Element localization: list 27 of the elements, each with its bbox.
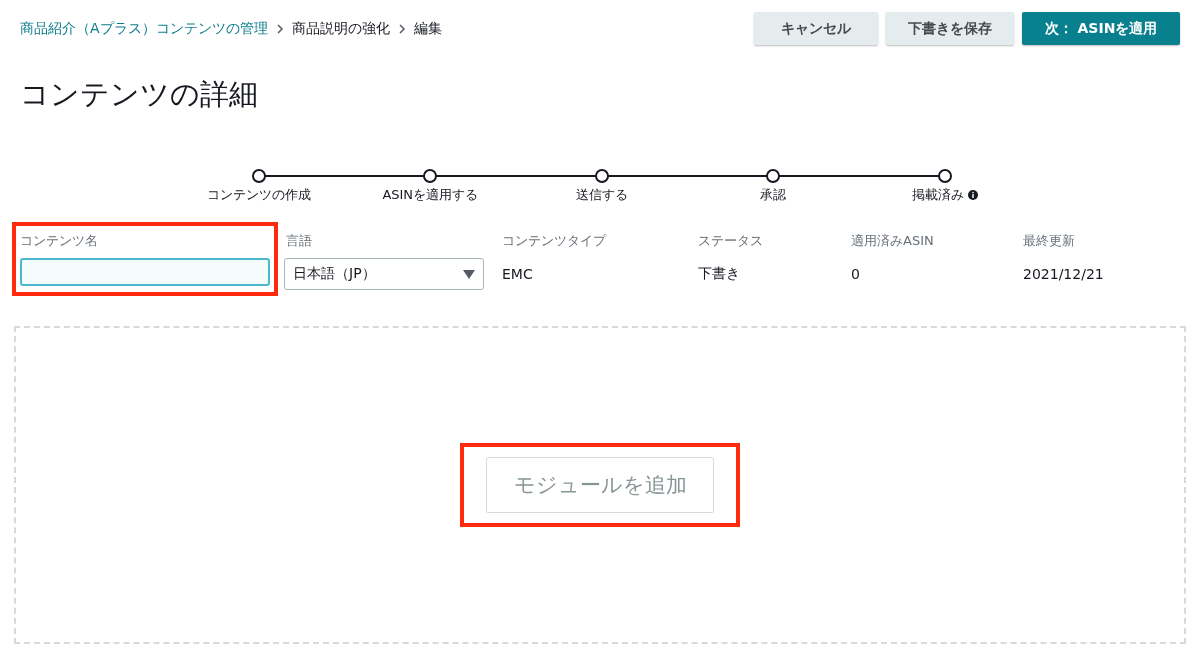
breadcrumb-link[interactable]: 商品紹介（Aプラス）コンテンツの管理 — [20, 19, 268, 38]
field-label: ステータス — [698, 232, 764, 250]
page-title: コンテンツの詳細 — [20, 76, 259, 113]
field-value: EMC — [502, 266, 533, 282]
field-label: 言語 — [286, 232, 313, 250]
field-value: 2021/12/21 — [1023, 266, 1104, 282]
field-label: 適用済みASIN — [851, 232, 935, 250]
field-value: 下書き — [698, 265, 740, 283]
language-select[interactable]: 日本語（JP） — [284, 258, 484, 290]
step-label: 掲載済み — [911, 186, 964, 204]
field-label: コンテンツ名 — [20, 232, 99, 250]
breadcrumb-item: 編集 — [413, 19, 442, 38]
field-value: 0 — [851, 266, 860, 282]
field-label: コンテンツタイプ — [502, 232, 608, 250]
action-button[interactable]: 下書きを保存 — [886, 12, 1014, 45]
step-label: 承認 — [760, 186, 787, 204]
next-button[interactable]: 次： ASINを適用 — [1022, 12, 1180, 45]
chevron-right-icon — [397, 23, 406, 34]
caret-down-icon — [463, 269, 475, 279]
step-label: コンテンツの作成 — [206, 186, 311, 204]
chevron-right-icon — [275, 23, 284, 34]
action-button[interactable]: キャンセル — [754, 12, 878, 45]
step-label: 送信する — [575, 186, 628, 204]
input-field[interactable] — [20, 258, 270, 286]
breadcrumb-item: 商品説明の強化 — [291, 19, 390, 38]
field-label: 最終更新 — [1023, 232, 1076, 250]
step-label: ASINを適用する — [382, 186, 479, 204]
